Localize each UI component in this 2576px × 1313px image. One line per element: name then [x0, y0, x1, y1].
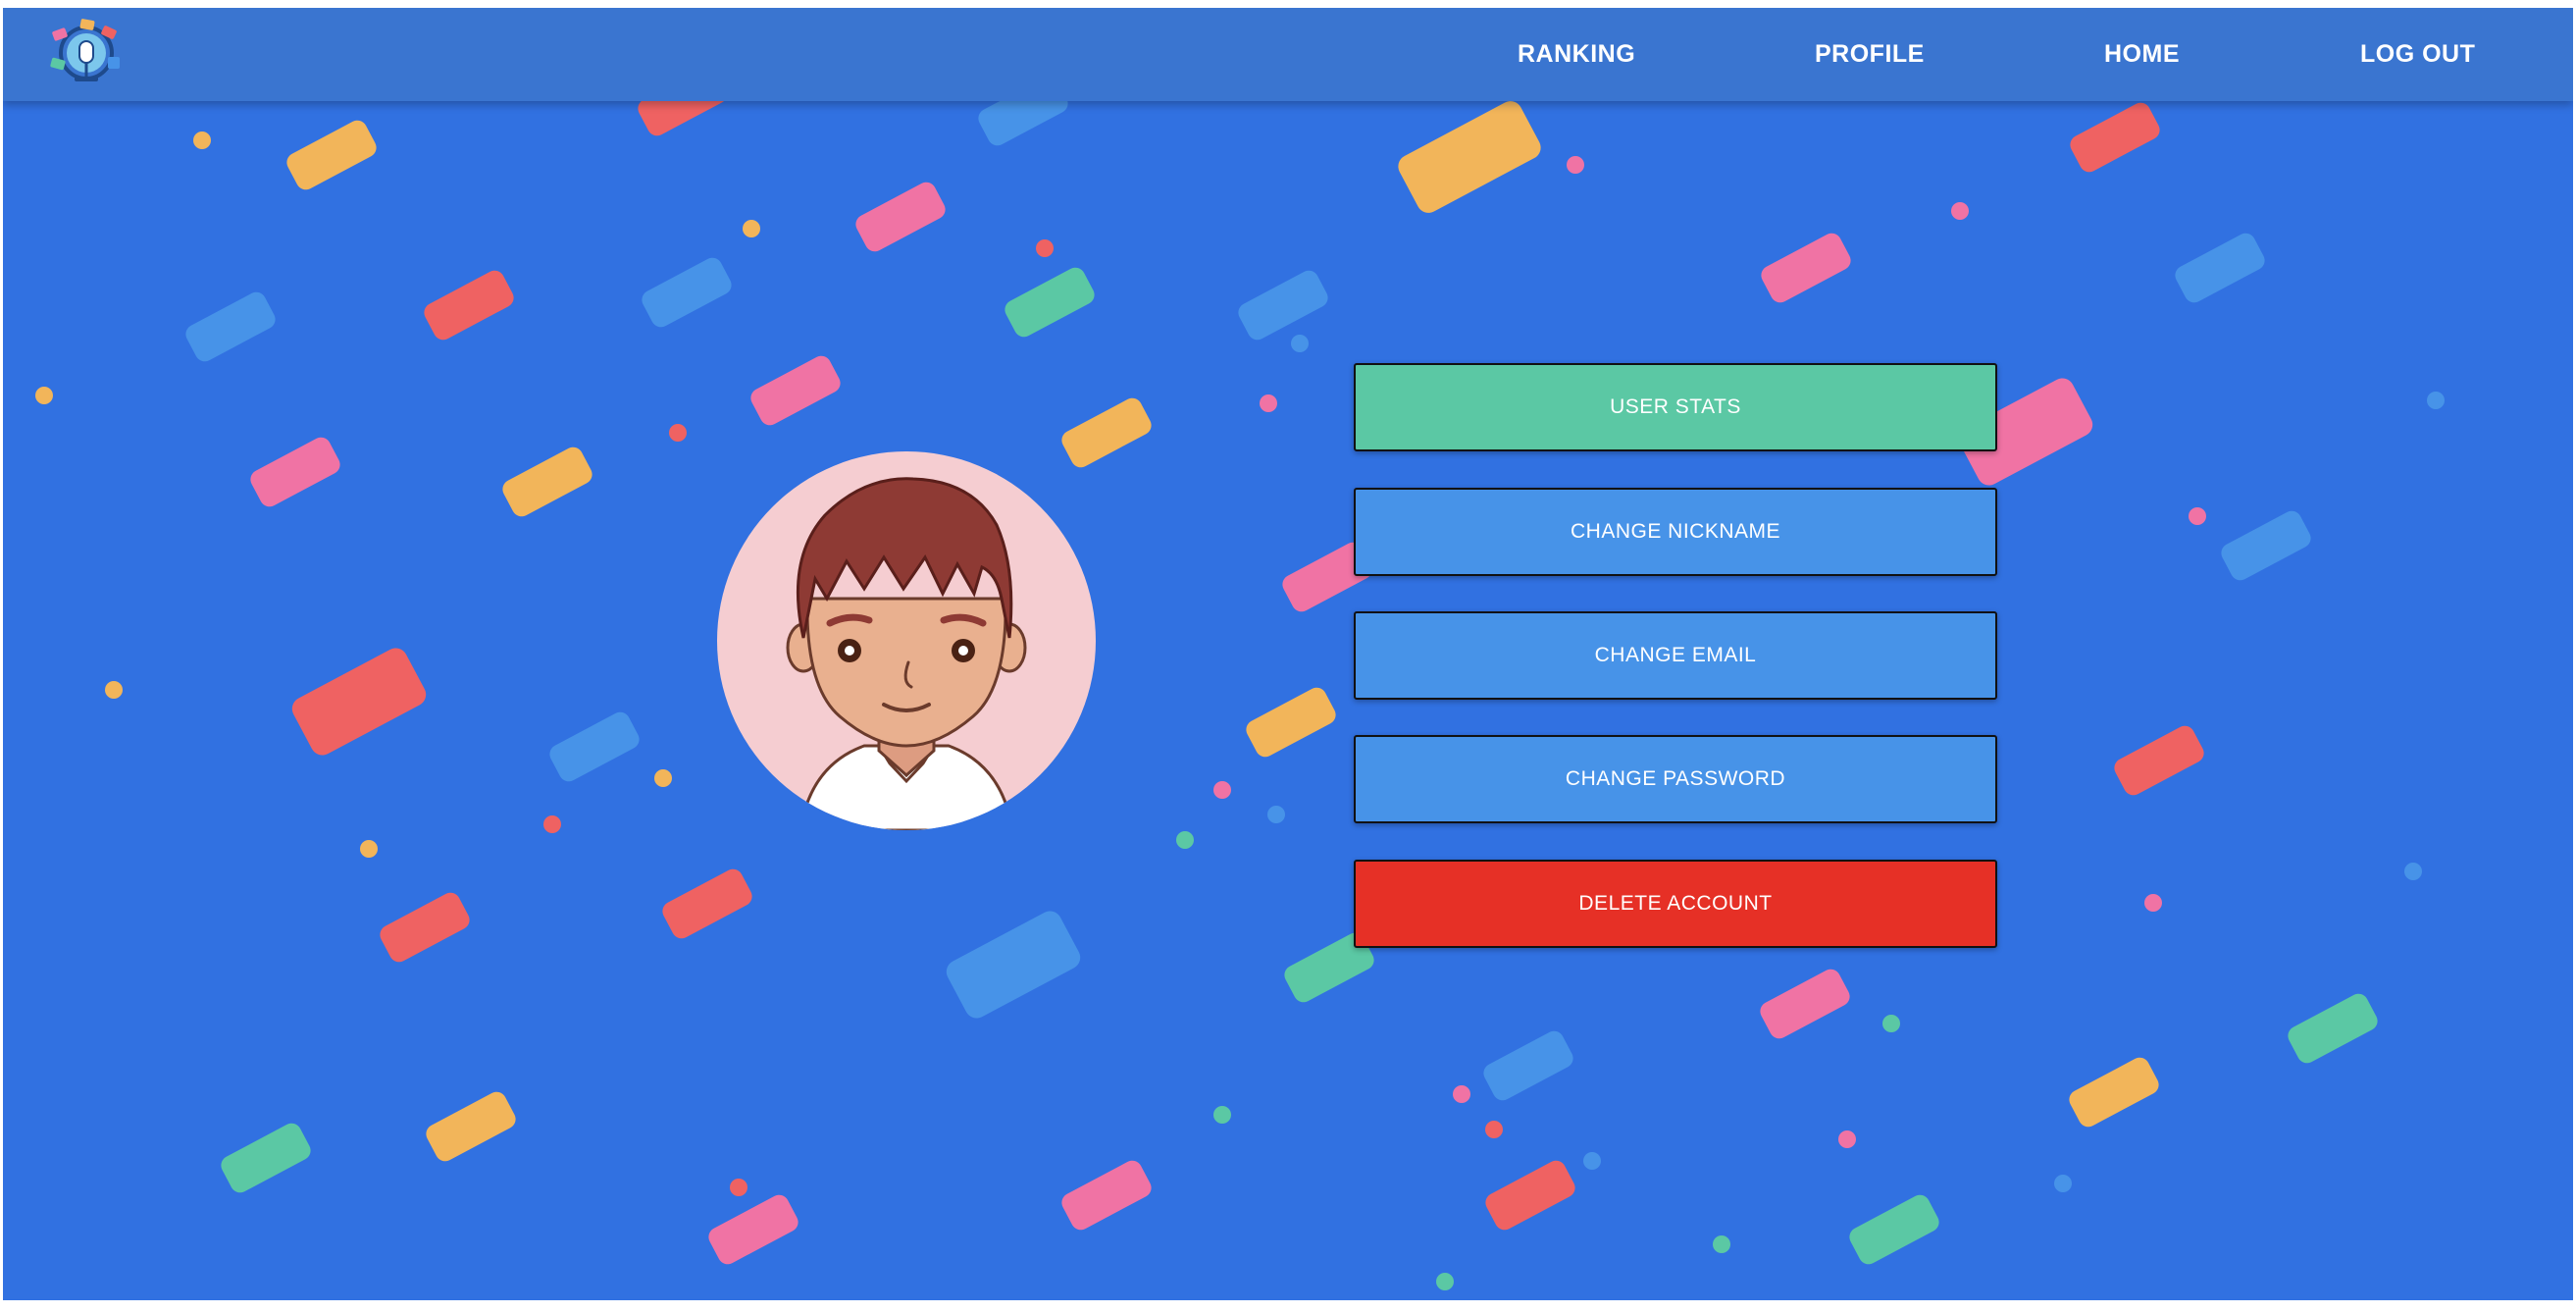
confetti-rectangles	[185, 66, 2378, 1265]
confetti-background	[35, 66, 2445, 1290]
nav-ranking-link[interactable]: RANKING	[1518, 8, 1635, 101]
user-stats-button[interactable]: USER STATS	[1354, 363, 1997, 451]
nav-logout-link[interactable]: LOG OUT	[2360, 8, 2475, 101]
change-email-button[interactable]: CHANGE EMAIL	[1354, 611, 1997, 700]
change-nickname-button[interactable]: CHANGE NICKNAME	[1354, 488, 1997, 576]
nav-home-link[interactable]: HOME	[2104, 8, 2180, 101]
change-password-button[interactable]: CHANGE PASSWORD	[1354, 735, 1997, 823]
top-navbar: RANKING PROFILE HOME LOG OUT	[3, 8, 2573, 101]
globe-microphone-logo-icon[interactable]	[47, 16, 126, 94]
avatar	[717, 451, 1096, 830]
delete-account-button[interactable]: DELETE ACCOUNT	[1354, 860, 1997, 948]
boy-avatar-illustration	[786, 477, 1027, 830]
profile-page: RANKING PROFILE HOME LOG OUT USER STATS …	[3, 8, 2573, 1300]
nav-profile-link[interactable]: PROFILE	[1815, 8, 1925, 101]
